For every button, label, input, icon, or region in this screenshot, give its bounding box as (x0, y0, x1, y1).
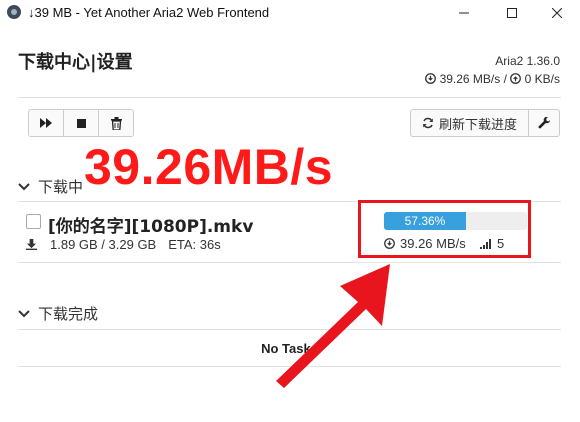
page-title: 下载中心|设置 (18, 52, 133, 73)
task-checkbox[interactable] (26, 214, 41, 229)
app-icon (7, 5, 21, 19)
stop-icon (76, 118, 86, 128)
download-icon (26, 239, 37, 250)
task-name[interactable]: [你的名字][1080P].mkv (48, 212, 253, 237)
global-upload-speed: 0 KB/s (524, 72, 560, 86)
speed-annotation: 39.26MB/s (84, 139, 334, 195)
settings-button[interactable] (528, 109, 560, 137)
window-title: ↓39 MB - Yet Another Aria2 Web Frontend (28, 5, 270, 20)
global-download-speed: 39.26 MB/s (439, 72, 501, 86)
upload-speed-icon (510, 73, 522, 84)
aria2-version: Aria2 1.36.0 (495, 54, 560, 68)
minimize-icon (459, 12, 469, 14)
delete-button[interactable] (99, 110, 133, 136)
chevron-down-icon (18, 309, 30, 317)
downloading-section-label: 下载中 (38, 178, 84, 196)
maximize-icon (507, 8, 517, 18)
task-size: 1.89 GB / 3.29 GB (50, 237, 157, 252)
window-title-bar: ↓39 MB - Yet Another Aria2 Web Frontend (0, 0, 580, 26)
speed-separator: / (503, 72, 507, 86)
completed-section-header[interactable]: 下载完成 (18, 303, 98, 324)
start-button[interactable] (29, 110, 64, 136)
minimize-button[interactable] (441, 0, 487, 26)
maximize-button[interactable] (489, 0, 535, 26)
wrench-icon (538, 116, 550, 128)
refresh-progress-button[interactable]: 刷新下载进度 (410, 109, 529, 137)
completed-section-label: 下载完成 (38, 305, 99, 323)
trash-icon (110, 116, 122, 130)
downloading-section-header[interactable]: 下载中 (18, 176, 83, 197)
refresh-progress-label: 刷新下载进度 (438, 116, 517, 132)
task-action-group (28, 109, 134, 137)
download-speed-icon (425, 73, 437, 84)
highlight-box (358, 200, 531, 258)
stop-button[interactable] (64, 110, 99, 136)
fast-forward-icon (40, 118, 52, 128)
refresh-icon (423, 117, 433, 129)
task-meta: 1.89 GB / 3.29 GB ETA: 36s (26, 237, 221, 252)
global-speed-readout: 39.26 MB/s / 0 KB/s (425, 72, 560, 86)
task-eta: ETA: 36s (168, 237, 221, 252)
annotation-arrow (276, 264, 390, 388)
close-button[interactable] (534, 0, 580, 26)
header-divider (18, 97, 561, 98)
close-icon (552, 8, 562, 18)
chevron-down-icon (18, 182, 30, 190)
